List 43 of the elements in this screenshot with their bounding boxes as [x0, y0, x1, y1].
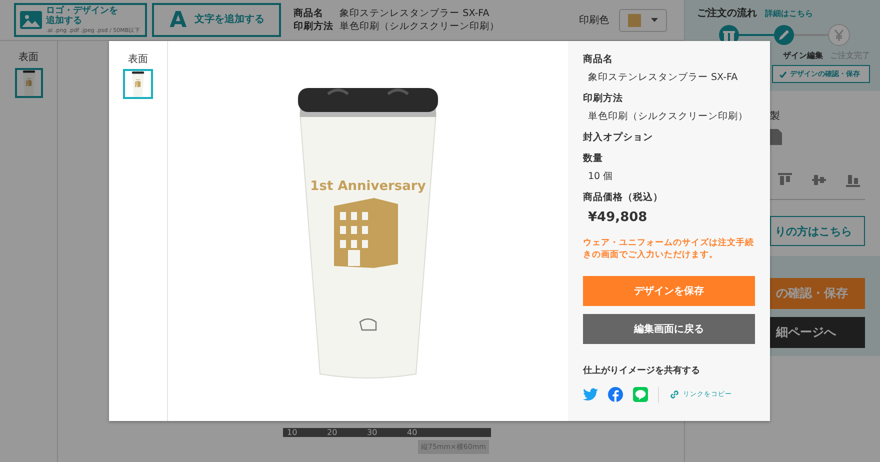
pencil-icon: [778, 30, 788, 40]
facebook-icon[interactable]: [608, 387, 623, 402]
duplicate-label: 製: [770, 110, 781, 123]
align-bottom-icon[interactable]: [846, 173, 860, 187]
detail-value: 単色印刷（シルクスクリーン印刷）: [587, 110, 749, 123]
print-color-select[interactable]: [619, 8, 667, 32]
size-note: ウェア・ユニフォームのサイズは注文手続きの画面でご入力いただけます。: [583, 237, 755, 262]
order-flow-title: ご注文の流れ: [697, 6, 757, 20]
details-page-button[interactable]: 細ページへ: [770, 317, 865, 348]
detail-label: 商品名: [583, 53, 614, 66]
side-label: 表面: [18, 50, 38, 64]
details-link[interactable]: 詳細はこちら: [765, 8, 813, 19]
product-value: 象印ステンレスタンブラー SX-FA: [340, 6, 490, 20]
link-icon: [669, 389, 680, 400]
confirm-save-button[interactable]: の確認・保存: [770, 278, 865, 309]
add-text-button[interactable]: A 文字を追加する: [152, 3, 281, 37]
product-value: 単色印刷（シルクスクリーン印刷）: [340, 20, 500, 34]
detail-label: 数量: [583, 152, 604, 165]
ruler: 10 20 30 40: [283, 428, 491, 437]
detail-value: 10 個: [587, 170, 614, 183]
image-icon: [20, 11, 42, 29]
detail-value: 象印ステンレスタンブラー SX-FA: [587, 71, 739, 84]
check-icon: [779, 70, 787, 78]
save-design-button[interactable]: デザインを保存: [583, 276, 755, 306]
twitter-icon[interactable]: [583, 388, 598, 402]
back-to-editor-button[interactable]: 編集画面に戻る: [583, 314, 755, 344]
detail-label: 印刷方法: [583, 92, 624, 105]
detail-label: 商品価格（税込）: [583, 191, 664, 204]
side-label: 表面: [128, 52, 148, 66]
product-label: 印刷方法: [294, 20, 334, 34]
align-top-icon[interactable]: [778, 173, 792, 187]
yen-icon: [834, 29, 844, 42]
detail-label: 封入オプション: [583, 131, 654, 144]
product-label: 商品名: [294, 6, 325, 20]
step-label: ザイン編集: [783, 50, 823, 61]
caret-icon: [651, 18, 658, 22]
guide-button[interactable]: りの方はこちら: [770, 216, 865, 246]
price-value: ¥49,808: [587, 210, 648, 225]
align-middle-icon[interactable]: [812, 173, 826, 187]
side-thumbnail[interactable]: [14, 68, 42, 98]
share-title: 仕上がりイメージを共有する: [583, 364, 701, 377]
side-thumbnail[interactable]: [123, 69, 153, 99]
print-color-label: 印刷色: [579, 14, 609, 27]
